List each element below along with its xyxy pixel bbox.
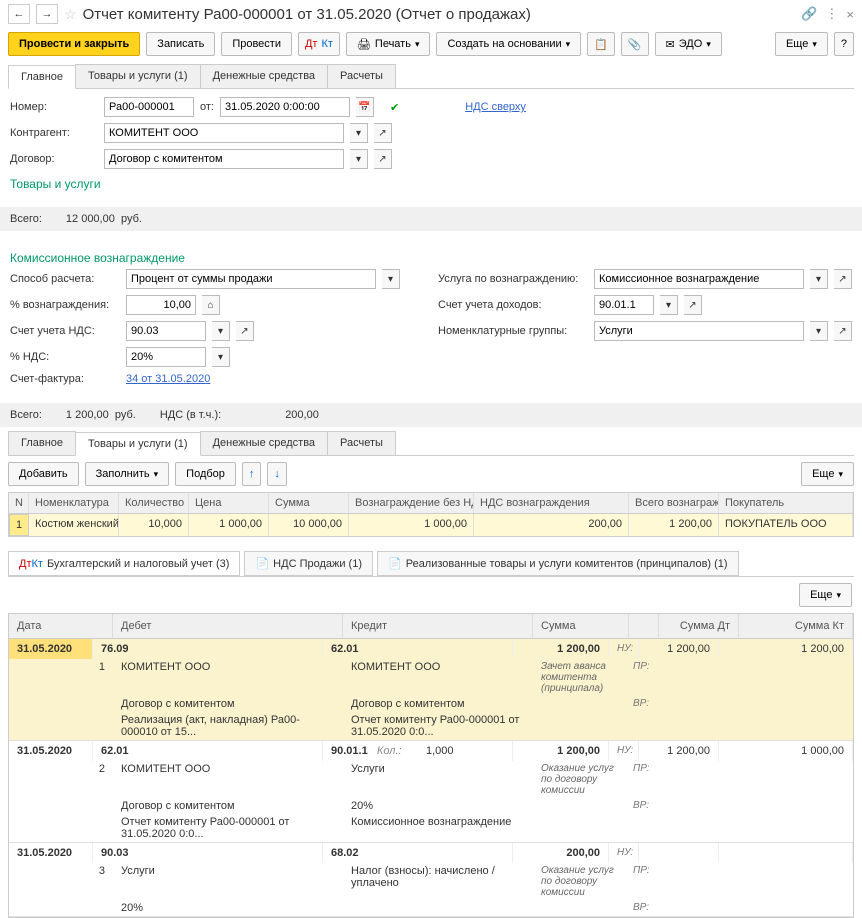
help-button[interactable]: ? [834, 32, 854, 56]
ledger-entry[interactable]: 31.05.2020 76.09 62.01 1 200,00 НУ: 1 20… [9, 639, 853, 741]
favorite-star-icon[interactable]: ☆ [64, 6, 77, 23]
tab-cash-2[interactable]: Денежные средства [200, 431, 328, 455]
vat-acc-label: Счет учета НДС: [10, 325, 120, 337]
dropdown-icon[interactable]: ▾ [350, 123, 368, 143]
post-button[interactable]: Провести [221, 32, 292, 56]
comm-vat: 200,00 [285, 409, 319, 421]
open-icon[interactable]: ↗ [236, 321, 254, 341]
move-up-button[interactable]: ↑ [242, 462, 262, 486]
income-acc-label: Счет учета доходов: [438, 299, 588, 311]
entry-date: 31.05.2020 [9, 639, 93, 659]
dropdown-icon[interactable]: ▾ [382, 269, 400, 289]
service-input[interactable] [594, 269, 804, 289]
tab-calc-2[interactable]: Расчеты [327, 431, 396, 455]
contract-input[interactable] [104, 149, 344, 169]
entry-date: 31.05.2020 [9, 741, 93, 761]
tab-calc[interactable]: Расчеты [327, 64, 396, 88]
structure-button[interactable]: 📋 [587, 32, 615, 56]
ledger-table: Дата Дебет Кредит Сумма Сумма Дт Сумма К… [8, 613, 854, 918]
nav-back-button[interactable]: ← [8, 4, 30, 24]
page-title: Отчет комитенту Ра00-000001 от 31.05.202… [83, 6, 796, 23]
nom-group-input[interactable] [594, 321, 804, 341]
vat-acc-input[interactable] [126, 321, 206, 341]
tab-main[interactable]: Главное [8, 65, 76, 89]
commission-heading: Комиссионное вознаграждение [10, 251, 852, 265]
calc-icon[interactable]: ⌂ [202, 295, 220, 315]
edo-button[interactable]: ✉ ЭДО [655, 32, 722, 56]
print-button[interactable]: 🖨 Печать [346, 32, 431, 56]
tab-goods-2[interactable]: Товары и услуги (1) [75, 432, 201, 456]
tab-goods[interactable]: Товары и услуги (1) [75, 64, 201, 88]
open-icon[interactable]: ↗ [374, 149, 392, 169]
open-icon[interactable]: ↗ [834, 269, 852, 289]
attach-button[interactable]: 📎 [621, 32, 649, 56]
dropdown-icon[interactable]: ▾ [212, 347, 230, 367]
vat-link[interactable]: НДС сверху [465, 101, 526, 113]
nom-group-label: Номенклатурные группы: [438, 325, 588, 337]
income-acc-input[interactable] [594, 295, 654, 315]
dropdown-icon[interactable]: ▾ [350, 149, 368, 169]
comm-total-label: Всего: [10, 409, 42, 421]
number-label: Номер: [10, 101, 98, 113]
open-icon[interactable]: ↗ [374, 123, 392, 143]
grid-more-button[interactable]: Еще [801, 462, 854, 486]
sheet-icon: 📄 [255, 557, 269, 570]
close-icon[interactable]: × [846, 7, 854, 22]
more-icon[interactable]: ⋮ [825, 6, 838, 22]
tab-accounting[interactable]: ДтКт Бухгалтерский и налоговый учет (3) [8, 551, 240, 576]
dropdown-icon[interactable]: ▾ [212, 321, 230, 341]
tab-cash[interactable]: Денежные средства [200, 64, 328, 88]
open-icon[interactable]: ↗ [684, 295, 702, 315]
calendar-icon[interactable]: 📅 [356, 97, 374, 117]
pick-button[interactable]: Подбор [175, 462, 236, 486]
fill-button[interactable]: Заполнить [85, 462, 170, 486]
table-row[interactable]: 1 Костюм женский 10,000 1 000,00 10 000,… [9, 514, 853, 536]
vat-rate-label: % НДС: [10, 351, 120, 363]
dropdown-icon[interactable]: ▾ [810, 321, 828, 341]
invoice-link[interactable]: 34 от 31.05.2020 [126, 373, 210, 385]
number-input[interactable] [104, 97, 194, 117]
tab-main-2[interactable]: Главное [8, 431, 76, 455]
ledger-more-button[interactable]: Еще [799, 583, 852, 607]
nav-forward-button[interactable]: → [36, 4, 58, 24]
tab-vat-sales[interactable]: 📄 НДС Продажи (1) [244, 551, 373, 576]
date-input[interactable] [220, 97, 350, 117]
open-icon[interactable]: ↗ [834, 321, 852, 341]
counterparty-input[interactable] [104, 123, 344, 143]
post-and-close-button[interactable]: Провести и закрыть [8, 32, 140, 56]
dropdown-icon[interactable]: ▾ [810, 269, 828, 289]
percent-label: % вознаграждения: [10, 299, 120, 311]
ledger-entry[interactable]: 31.05.2020 90.03 68.02 200,00 НУ: 3 Услу… [9, 843, 853, 917]
link-icon[interactable]: 🔗 [801, 6, 817, 22]
dt-kt-button[interactable]: ДтКт [298, 32, 340, 56]
more-button[interactable]: Еще [775, 32, 828, 56]
ledger-entry[interactable]: 31.05.2020 62.01 90.01.1 Кол.: 1,000 1 2… [9, 741, 853, 843]
entry-date: 31.05.2020 [9, 843, 93, 863]
move-down-button[interactable]: ↓ [267, 462, 287, 486]
percent-input[interactable] [126, 295, 196, 315]
dt-kt-icon: ДтКт [19, 558, 43, 570]
from-label: от: [200, 101, 214, 113]
write-button[interactable]: Записать [146, 32, 215, 56]
create-based-button[interactable]: Создать на основании [436, 32, 581, 56]
status-icon: ✔ [390, 101, 399, 114]
add-button[interactable]: Добавить [8, 462, 79, 486]
vat-rate-input[interactable] [126, 347, 206, 367]
goods-grid: N Номенклатура Количество Цена Сумма Воз… [8, 492, 854, 537]
goods-total-label: Всего: [10, 213, 42, 225]
goods-total: 12 000,00 [66, 213, 115, 225]
comm-vat-label: НДС (в т.ч.): [160, 409, 221, 421]
sheet-icon: 📄 [388, 557, 402, 570]
counterparty-label: Контрагент: [10, 127, 98, 139]
method-input[interactable] [126, 269, 376, 289]
method-label: Способ расчета: [10, 273, 120, 285]
service-label: Услуга по вознаграждению: [438, 273, 588, 285]
tab-realized[interactable]: 📄 Реализованные товары и услуги комитент… [377, 551, 739, 576]
goods-heading: Товары и услуги [10, 177, 852, 191]
invoice-label: Счет-фактура: [10, 373, 120, 385]
dropdown-icon[interactable]: ▾ [660, 295, 678, 315]
contract-label: Договор: [10, 153, 98, 165]
